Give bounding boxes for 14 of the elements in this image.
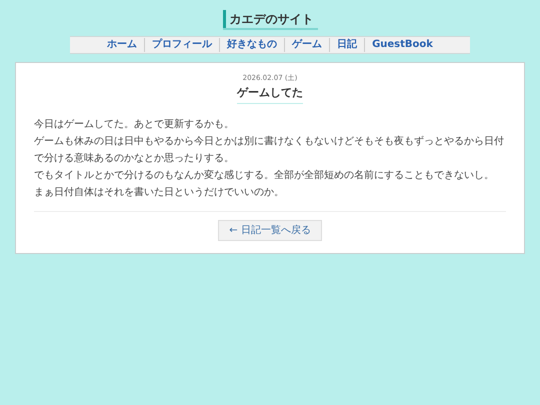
nav-link[interactable]: ゲーム bbox=[284, 38, 330, 52]
nav-link[interactable]: 好きなもの bbox=[219, 38, 284, 52]
post-text-line: ゲームも休みの日は日中もやるから今日とかは別に書けなくもないけどそもそも夜もずっとやるから日付で分ける意味あるのかなとか思ったりする。 bbox=[34, 134, 505, 166]
nav-link[interactable]: GuestBook bbox=[364, 38, 440, 52]
back-to-diary-button[interactable]: ← 日記一覧へ戻る bbox=[218, 220, 322, 241]
post-text-line: でもタイトルとかで分けるのもなんか変な感じする。全部が全部短めの名前にすることもできないし。 bbox=[34, 168, 495, 183]
post-text-line: 今日はゲームしてた。あとで更新するかも。 bbox=[34, 118, 235, 132]
site-title: カエデのサイト bbox=[230, 11, 314, 28]
post-title: ゲームしてた bbox=[237, 84, 303, 104]
nav-link[interactable]: 日記 bbox=[329, 38, 364, 52]
nav-link[interactable]: ホーム bbox=[100, 38, 144, 52]
post-text-line: まぁ日付自体はそれを書いた日というだけでいいのか。 bbox=[34, 186, 285, 200]
nav-link[interactable]: プロフィール bbox=[144, 38, 220, 52]
title-accent-bar bbox=[222, 10, 226, 28]
